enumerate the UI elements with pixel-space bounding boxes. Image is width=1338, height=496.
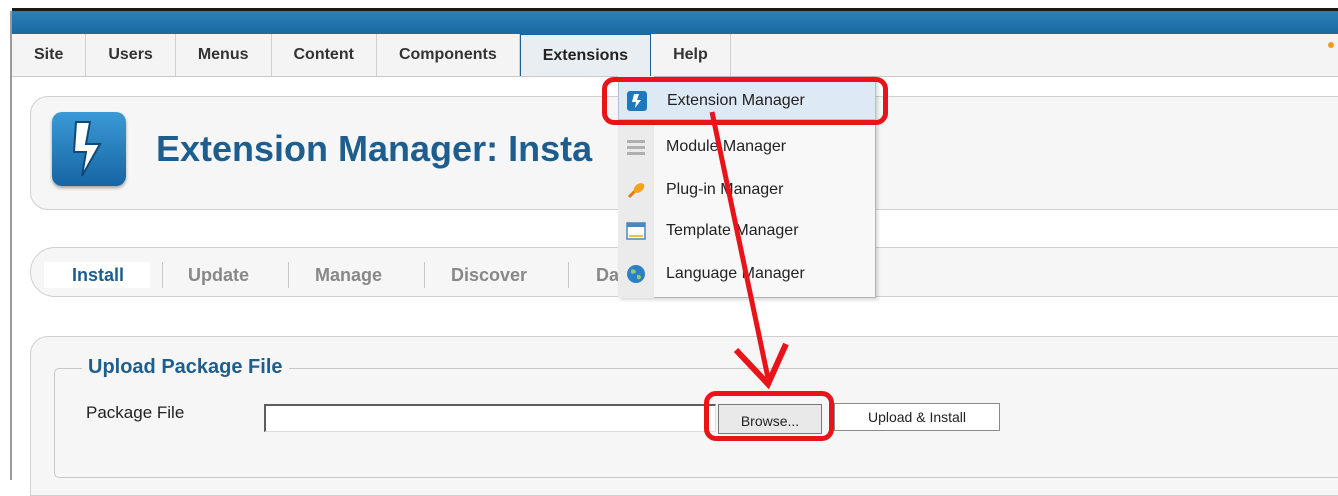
annotation-arrow-icon <box>709 111 789 390</box>
